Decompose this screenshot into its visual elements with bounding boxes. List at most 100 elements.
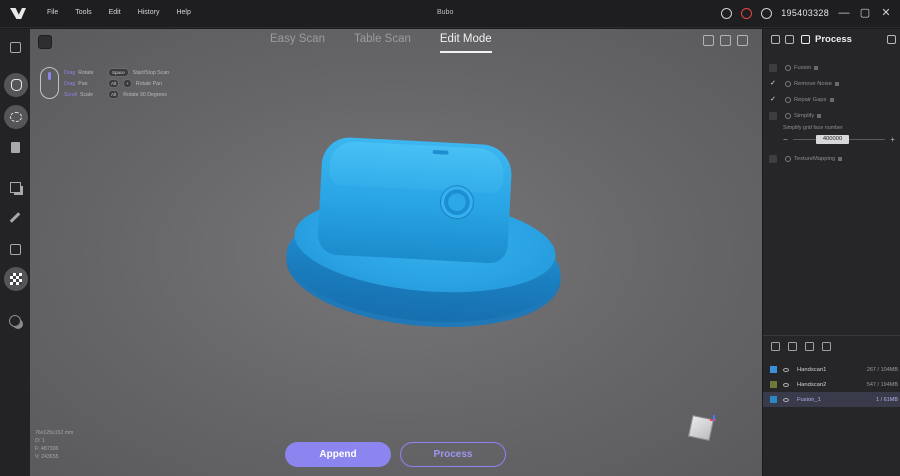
delete-tool[interactable] bbox=[5, 137, 25, 157]
model-lens bbox=[439, 184, 475, 221]
window-title: Bubo bbox=[437, 9, 454, 16]
hint-action: Rotate bbox=[78, 70, 94, 76]
decrease-button[interactable]: − bbox=[783, 135, 788, 144]
layers-icon bbox=[9, 315, 21, 327]
step-remove-noise[interactable]: ✓ Remove Noise bbox=[769, 76, 897, 92]
frame-icon bbox=[9, 243, 21, 255]
panel-header: Process bbox=[763, 29, 900, 51]
process-cube-icon bbox=[801, 35, 810, 44]
frame-tool[interactable] bbox=[5, 239, 25, 259]
layer-list: Handscan1 267 / 104MB Handscan2 547 / 19… bbox=[763, 362, 900, 407]
simplify-value-input[interactable]: 400000 bbox=[816, 135, 849, 144]
pen-icon bbox=[9, 211, 21, 223]
import-icon[interactable] bbox=[771, 342, 780, 351]
process-button[interactable]: Process bbox=[400, 442, 506, 467]
redo-icon[interactable] bbox=[720, 35, 731, 46]
z-axis-icon bbox=[713, 415, 715, 421]
lasso-tool[interactable] bbox=[4, 105, 28, 129]
model-seam bbox=[432, 149, 449, 155]
step-simplify[interactable]: Simplify bbox=[769, 108, 897, 124]
title-bar: File Tools Edit History Help Bubo 195403… bbox=[0, 0, 900, 28]
layer-name: Fusion_1 bbox=[797, 396, 821, 403]
menu-help[interactable]: Help bbox=[176, 9, 190, 16]
layer-color-swatch[interactable] bbox=[770, 366, 777, 373]
hint-key: Drag bbox=[64, 81, 76, 87]
minimize-button[interactable]: — bbox=[838, 6, 850, 20]
settings-icon[interactable] bbox=[771, 35, 780, 44]
mode-tabs: Easy Scan Table Scan Edit Mode bbox=[270, 33, 492, 53]
eye-icon[interactable] bbox=[783, 397, 789, 402]
maximize-button[interactable]: ▢ bbox=[859, 6, 871, 20]
3d-viewport[interactable]: Easy Scan Table Scan Edit Mode Drag Rotat… bbox=[30, 29, 762, 476]
layer-row[interactable]: Handscan2 547 / 194MB bbox=[763, 377, 900, 392]
checker-icon bbox=[10, 273, 22, 285]
cut-tool[interactable] bbox=[5, 207, 25, 227]
delete-icon[interactable] bbox=[822, 342, 831, 351]
step-checkbox[interactable] bbox=[769, 155, 777, 163]
info-icon[interactable] bbox=[761, 7, 773, 19]
texture-step-list: TextureMapping bbox=[769, 151, 897, 167]
undo-icon[interactable] bbox=[703, 35, 714, 46]
select-box-tool[interactable] bbox=[5, 37, 25, 57]
layer-color-swatch[interactable] bbox=[770, 396, 777, 403]
duplicate-tool[interactable] bbox=[5, 177, 25, 197]
tab-easy-scan[interactable]: Easy Scan bbox=[270, 33, 325, 53]
trash-icon bbox=[10, 141, 20, 153]
tab-edit-mode[interactable]: Edit Mode bbox=[439, 33, 492, 53]
notification-icon[interactable] bbox=[741, 7, 753, 19]
layer-row[interactable]: Fusion_1 1 / 61MB bbox=[763, 392, 900, 407]
menu-tools[interactable]: Tools bbox=[75, 9, 91, 16]
user-id[interactable]: 195403328 bbox=[781, 8, 829, 18]
eye-icon[interactable] bbox=[783, 367, 789, 372]
layer-name: Handscan1 bbox=[797, 366, 827, 373]
step-label: Fusion bbox=[794, 65, 812, 71]
step-checkbox[interactable]: ✓ bbox=[769, 80, 777, 88]
mesh-icon[interactable] bbox=[785, 35, 794, 44]
info-flag-icon bbox=[829, 98, 834, 102]
close-button[interactable]: ✕ bbox=[880, 6, 892, 20]
step-label: Repair Gaps bbox=[794, 97, 827, 103]
layer-size: 267 / 104MB bbox=[866, 366, 898, 373]
select-box-icon bbox=[9, 41, 21, 53]
step-fusion[interactable]: Fusion bbox=[769, 60, 897, 76]
tab-table-scan[interactable]: Table Scan bbox=[354, 33, 411, 53]
viewport-right-icons bbox=[703, 35, 748, 46]
hint-action: Pan bbox=[78, 81, 88, 87]
eye-icon[interactable] bbox=[783, 382, 789, 387]
keyboard-hint-list: Space Start/Stop Scan Alt + Rotate Pan Alt R… bbox=[108, 68, 169, 101]
step-texture-mapping[interactable]: TextureMapping bbox=[769, 151, 897, 167]
model-stats: 76x125x152 mm O: 1 F: 487306 V: 243655 bbox=[35, 429, 73, 461]
right-panel: Process Fusion ✓ Remove Noise ✓ Repair G… bbox=[762, 29, 900, 476]
face-count: F: 487306 bbox=[35, 446, 59, 452]
object-count: O: 1 bbox=[35, 438, 45, 444]
step-checkbox[interactable] bbox=[769, 112, 777, 120]
hand-select-tool[interactable] bbox=[4, 73, 28, 97]
export-icon[interactable] bbox=[788, 342, 797, 351]
menu-file[interactable]: File bbox=[47, 9, 58, 16]
mouse-hints: Drag Rotate Drag Pan Scroll Scale Space Star… bbox=[40, 67, 200, 101]
layer-color-swatch[interactable] bbox=[770, 381, 777, 388]
step-checkbox[interactable]: ✓ bbox=[769, 96, 777, 104]
hint-keycap: Space bbox=[108, 68, 129, 77]
fullscreen-icon[interactable] bbox=[737, 35, 748, 46]
menu-edit[interactable]: Edit bbox=[109, 9, 121, 16]
simplify-slider[interactable]: − 400000 + bbox=[783, 135, 895, 145]
step-label: TextureMapping bbox=[794, 156, 836, 162]
increase-button[interactable]: + bbox=[890, 135, 895, 144]
panel-options-icon[interactable] bbox=[887, 35, 896, 44]
menu-history[interactable]: History bbox=[138, 9, 160, 16]
hint-key: Scroll bbox=[64, 92, 77, 98]
step-checkbox[interactable] bbox=[769, 64, 777, 72]
refresh-icon[interactable] bbox=[721, 7, 733, 19]
viewport-menu-icon[interactable] bbox=[38, 35, 52, 49]
step-repair-gaps[interactable]: ✓ Repair Gaps bbox=[769, 92, 897, 108]
copy-icon[interactable] bbox=[805, 342, 814, 351]
panel-title: Process bbox=[815, 34, 852, 45]
layer-row[interactable]: Handscan1 267 / 104MB bbox=[763, 362, 900, 377]
scanned-model[interactable] bbox=[281, 136, 566, 338]
texture-tool[interactable] bbox=[4, 267, 28, 291]
layers-tool[interactable] bbox=[5, 311, 25, 331]
gear-icon bbox=[785, 81, 791, 87]
append-button[interactable]: Append bbox=[285, 442, 391, 467]
hint-action: Scale bbox=[79, 92, 93, 98]
